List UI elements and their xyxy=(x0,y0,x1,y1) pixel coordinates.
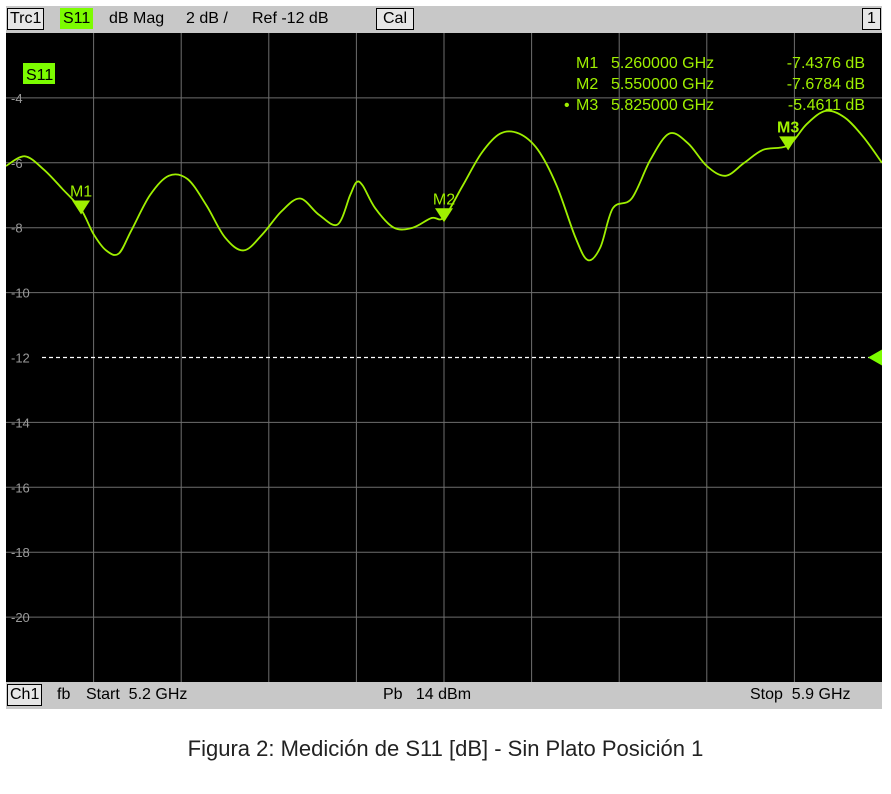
start-frequency[interactable]: Start 5.2 GHz xyxy=(86,686,187,704)
channel-label[interactable]: Ch1 xyxy=(7,684,43,706)
parameter-tag[interactable]: S11 xyxy=(60,8,94,29)
window-number: 1 xyxy=(862,8,881,30)
y-tick-label: -18 xyxy=(11,545,30,560)
trace-name[interactable]: Trc1 xyxy=(7,8,45,30)
y-tick-label: -10 xyxy=(11,286,30,301)
readout-frequency: 5.550000 GHz xyxy=(611,76,714,93)
marker-triangle-m1 xyxy=(72,200,91,215)
channel-footer-bar: Ch1 fb Start 5.2 GHz Pb 14 dBm Stop 5.9 … xyxy=(6,682,882,709)
reference-label[interactable]: Ref -12 dB xyxy=(252,10,328,28)
y-tick-label: -12 xyxy=(11,351,30,366)
format-label[interactable]: dB Mag xyxy=(109,10,164,28)
readout-name: M1 xyxy=(576,55,598,72)
readout-value: -7.4376 dB xyxy=(787,55,865,72)
readout-value: -5.4611 dB xyxy=(788,97,865,114)
marker-label-m3: M3 xyxy=(777,119,799,136)
y-tick-label: -16 xyxy=(11,480,30,495)
reference-level-arrow xyxy=(868,349,882,366)
readout-value: -7.6784 dB xyxy=(787,76,865,93)
trace-label: S11 xyxy=(26,67,53,84)
readout-frequency: 5.260000 GHz xyxy=(611,55,714,72)
marker-label-m1: M1 xyxy=(70,183,92,200)
analyzer-screen: Trc1 S11 dB Mag 2 dB / Ref -12 dB Cal 1 … xyxy=(6,6,882,709)
marker-label-m2: M2 xyxy=(433,191,455,208)
stop-frequency[interactable]: Stop 5.9 GHz xyxy=(750,686,851,704)
marker-triangle-m2 xyxy=(435,208,453,223)
cal-status[interactable]: Cal xyxy=(376,8,415,30)
readout-name: M3 xyxy=(576,97,598,114)
active-marker-dot: • xyxy=(564,97,570,114)
y-tick-label: -14 xyxy=(11,415,30,430)
trace-header-bar: Trc1 S11 dB Mag 2 dB / Ref -12 dB Cal 1 xyxy=(6,6,882,33)
readout-frequency: 5.825000 GHz xyxy=(611,97,714,114)
y-tick-label: -4 xyxy=(11,91,23,106)
readout-name: M2 xyxy=(576,76,598,93)
figure-caption: Figura 2: Medición de S11 [dB] - Sin Pla… xyxy=(187,736,704,761)
y-tick-label: -8 xyxy=(11,221,23,236)
fb-label: fb xyxy=(57,686,71,703)
power-label[interactable]: Pb 14 dBm xyxy=(383,686,471,704)
y-tick-label: -20 xyxy=(11,610,30,625)
s11-chart: -4-6-8-10-12-14-16-18-20 M1 M2M3 S11 M1 5.… xyxy=(6,33,882,682)
scale-label[interactable]: 2 dB / xyxy=(186,10,228,28)
